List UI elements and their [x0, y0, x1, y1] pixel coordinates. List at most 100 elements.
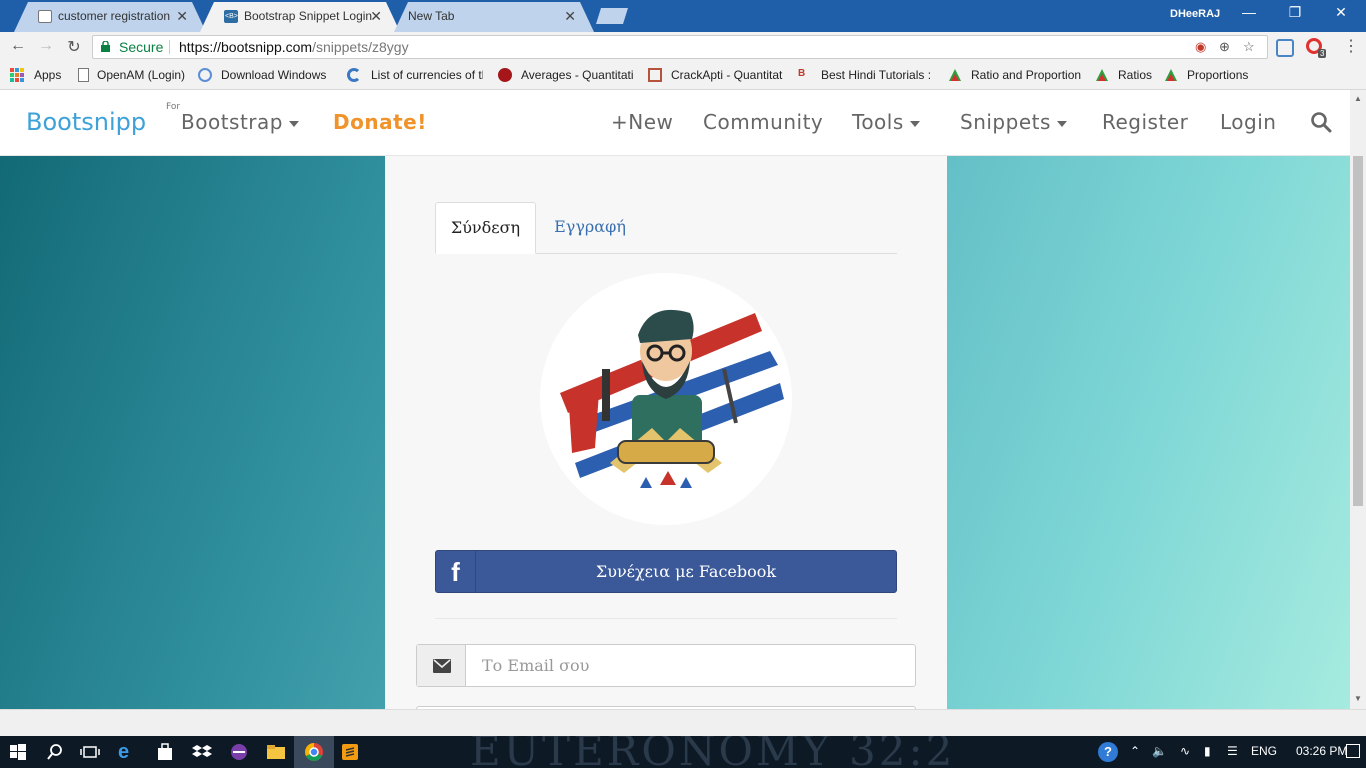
- url-text[interactable]: https://bootsnipp.com/snippets/z8ygy: [179, 36, 409, 58]
- show-hidden-icons-icon[interactable]: ⌃: [1130, 744, 1140, 758]
- averages-icon: [498, 68, 512, 82]
- bookmark-list-of-currencies[interactable]: List of currencies of th: [371, 68, 483, 82]
- bookmark-openam[interactable]: OpenAM (Login): [97, 68, 185, 82]
- reload-icon[interactable]: ↻: [64, 37, 84, 57]
- nav-tools-dropdown[interactable]: Tools: [852, 110, 920, 134]
- site-navbar: Bootsnipp For Bootstrap Donate! +New Com…: [0, 90, 1350, 156]
- close-tab-icon[interactable]: ✕: [176, 2, 188, 30]
- nav-tools-label: Tools: [852, 110, 904, 134]
- envelope-icon: [433, 659, 451, 673]
- minimize-button[interactable]: —: [1234, 4, 1264, 20]
- tab-register[interactable]: Εγγραφή: [545, 202, 635, 254]
- search-icon[interactable]: [45, 742, 65, 762]
- windows-start-icon[interactable]: [8, 742, 28, 762]
- menu-icon[interactable]: ⋮: [1343, 36, 1359, 56]
- task-view-icon[interactable]: [80, 742, 100, 762]
- nav-community[interactable]: Community: [703, 110, 823, 134]
- tab-title: New Tab: [408, 9, 455, 23]
- caret-down-icon: [909, 120, 920, 127]
- bookmark-best-hindi-tutorials[interactable]: Best Hindi Tutorials :: [821, 68, 933, 82]
- tab-login[interactable]: Σύνδεση: [435, 202, 536, 254]
- caret-down-icon: [288, 120, 299, 127]
- bookmark-ratios[interactable]: Ratios: [1118, 68, 1152, 82]
- file-explorer-icon[interactable]: [266, 742, 286, 762]
- action-center-icon[interactable]: ☰: [1227, 744, 1238, 758]
- address-bar[interactable]: Secure https://bootsnipp.com/snippets/z8…: [92, 35, 1268, 59]
- secure-label: Secure: [119, 39, 164, 55]
- notifications-icon[interactable]: [1346, 744, 1360, 758]
- new-tab-button[interactable]: [596, 8, 628, 24]
- login-tabs: Σύνδεση Εγγραφή: [435, 202, 897, 254]
- login-panel: Σύνδεση Εγγραφή f Συνέχεια με Facebook Τ…: [385, 156, 947, 709]
- tab-customer-registration[interactable]: customer registration ✕: [14, 2, 206, 32]
- bookmark-crackapti[interactable]: CrackApti - Quantitat: [671, 68, 783, 82]
- dropbox-icon[interactable]: [192, 742, 212, 762]
- web-page: Bootsnipp For Bootstrap Donate! +New Com…: [0, 90, 1366, 709]
- scroll-thumb[interactable]: [1353, 156, 1363, 506]
- tab-title: Bootstrap Snippet Login: [244, 9, 373, 23]
- restore-button[interactable]: ❐: [1280, 4, 1310, 21]
- extension-badge: 3: [1318, 49, 1327, 58]
- url-path: /snippets/z8ygy: [312, 39, 409, 55]
- windows-taskbar: EUTERONOMY 32:2 e ? ⌃ 🔈 ∿ ▮ ☰ ENG 03:26 …: [0, 736, 1366, 768]
- search-icon[interactable]: [1310, 111, 1332, 133]
- scroll-up-arrow-icon[interactable]: ▲: [1354, 94, 1362, 103]
- media-app-icon[interactable]: [229, 742, 249, 762]
- nav-bootstrap-label: Bootstrap: [181, 110, 283, 134]
- globe-icon: [198, 68, 212, 82]
- currency-icon: [347, 68, 361, 82]
- bookmark-star-icon[interactable]: ☆: [1243, 36, 1255, 58]
- tab-bootstrap-snippet-login[interactable]: <B> Bootstrap Snippet Login ✕: [200, 2, 400, 32]
- wifi-icon[interactable]: ∿: [1180, 744, 1190, 758]
- divider: [435, 618, 897, 619]
- bookmarks-bar: Apps OpenAM (Login) Download Windows Lis…: [0, 62, 1366, 90]
- close-tab-icon[interactable]: ✕: [370, 2, 382, 30]
- nav-register[interactable]: Register: [1102, 110, 1188, 134]
- facebook-button-label: Συνέχεια με Facebook: [595, 562, 777, 581]
- nav-new[interactable]: +New: [611, 110, 673, 134]
- facebook-icon: f: [436, 551, 476, 592]
- email-input-group: [416, 644, 916, 687]
- brand-logo[interactable]: Bootsnipp: [26, 108, 146, 136]
- scroll-down-arrow-icon[interactable]: ▼: [1354, 694, 1362, 703]
- volume-icon[interactable]: 🔈: [1152, 744, 1167, 758]
- store-icon[interactable]: [155, 742, 175, 762]
- back-arrow-icon[interactable]: ←: [8, 37, 28, 55]
- extension-icon[interactable]: [1276, 39, 1294, 57]
- sublime-text-icon[interactable]: [340, 742, 360, 762]
- hindi-tutorials-icon: B: [798, 68, 806, 79]
- facebook-login-button[interactable]: f Συνέχεια με Facebook: [435, 550, 897, 593]
- edge-browser-icon[interactable]: e: [118, 742, 138, 762]
- triangle-icon: [949, 69, 961, 81]
- crackapti-icon: [648, 68, 662, 82]
- nav-donate[interactable]: Donate!: [333, 110, 427, 134]
- triangle-icon: [1165, 69, 1177, 81]
- nav-login[interactable]: Login: [1220, 110, 1276, 134]
- tab-new-tab[interactable]: New Tab ✕: [394, 2, 594, 32]
- bookmark-ratio-and-proportion[interactable]: Ratio and Proportion: [971, 68, 1081, 82]
- close-tab-icon[interactable]: ✕: [564, 2, 576, 30]
- triangle-icon: [1096, 69, 1108, 81]
- bookmark-proportions[interactable]: Proportions: [1187, 68, 1248, 82]
- close-window-button[interactable]: ✕: [1326, 4, 1356, 21]
- forward-arrow-icon[interactable]: →: [36, 37, 56, 55]
- battery-icon[interactable]: ▮: [1204, 744, 1211, 758]
- taskbar-clock[interactable]: 03:26 PM: [1296, 744, 1347, 758]
- page-scrollbar[interactable]: ▲ ▼: [1350, 90, 1366, 709]
- language-indicator[interactable]: ENG: [1251, 744, 1277, 758]
- email-input[interactable]: [467, 645, 913, 686]
- nav-snippets-dropdown[interactable]: Snippets: [960, 110, 1067, 134]
- lock-icon: [101, 41, 110, 52]
- bookmark-download-windows[interactable]: Download Windows: [221, 68, 329, 82]
- blocked-content-icon[interactable]: ◉: [1195, 36, 1206, 58]
- browser-toolbar: ← → ↻ Secure https://bootsnipp.com/snipp…: [0, 32, 1366, 62]
- bookmark-averages[interactable]: Averages - Quantitati: [521, 68, 633, 82]
- zoom-icon[interactable]: ⊕: [1219, 36, 1230, 58]
- chrome-icon[interactable]: [304, 742, 324, 762]
- wallpaper-text: EUTERONOMY 32:2: [470, 736, 956, 768]
- apps-grid-icon: [10, 68, 24, 82]
- nav-bootstrap-dropdown[interactable]: Bootstrap: [181, 110, 299, 134]
- help-icon[interactable]: ?: [1098, 742, 1118, 762]
- bookmark-apps[interactable]: Apps: [34, 68, 61, 82]
- profile-name[interactable]: DHeeRAJ: [1170, 8, 1220, 20]
